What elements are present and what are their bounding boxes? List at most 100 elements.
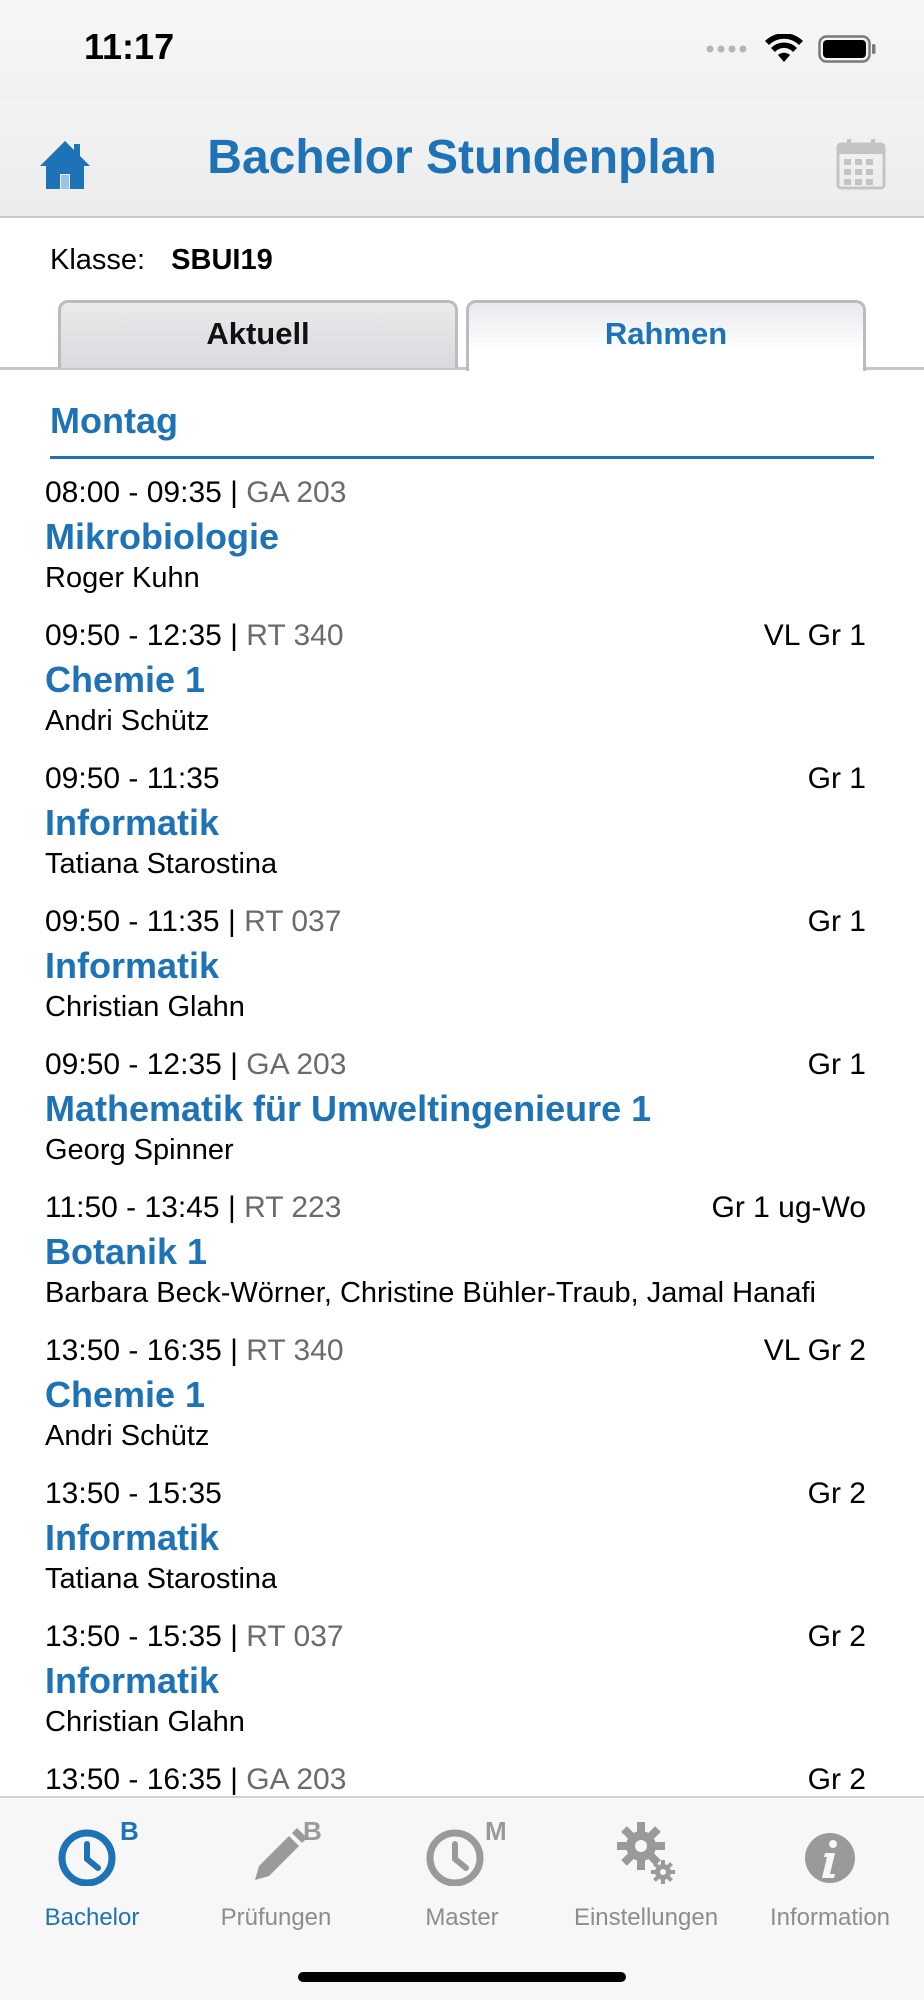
entry-group: VL Gr 1 [763, 619, 866, 652]
entry-time-room: 11:50 - 13:45 | RT 223 [45, 1191, 341, 1225]
entry-time-room: 13:50 - 16:35 | GA 203 [45, 1763, 346, 1797]
battery-icon [818, 35, 876, 63]
entry-group: Gr 1 [807, 1048, 866, 1081]
class-value: SBUI19 [171, 244, 273, 276]
tabbar-badge: B [303, 1816, 322, 1846]
entry-group: Gr 2 [807, 1620, 866, 1653]
entry-subject: Informatik [45, 945, 220, 986]
calendar-icon[interactable] [836, 138, 886, 190]
tabbar-item-master[interactable]: M Master [372, 1812, 552, 1931]
entry-time-room: 09:50 - 11:35 | RT 037 [45, 905, 341, 939]
entry-teacher: Andri Schütz [45, 705, 210, 737]
tabbar-item-bachelor[interactable]: B Bachelor [2, 1812, 182, 1931]
entry-subject: Chemie 1 [45, 659, 206, 700]
entry-group: Gr 2 [807, 1477, 866, 1510]
class-label: Klasse: [50, 244, 146, 276]
info-icon [805, 1833, 855, 1883]
entry-time: 09:50 - 11:35 [45, 762, 220, 795]
entry-teacher: Christian Glahn [45, 991, 245, 1023]
entry-time: 13:50 - 15:35 [45, 1620, 222, 1653]
entry-separator: | [230, 619, 238, 652]
entry-separator: | [230, 1048, 238, 1081]
tabbar-item-information[interactable]: Information [740, 1812, 920, 1931]
entry-group: Gr 1 ug-Wo [711, 1191, 867, 1224]
entry-teacher: Barbara Beck-Wörner, Christine Bühler-Tr… [45, 1277, 816, 1309]
entry-time: 13:50 - 15:35 [45, 1477, 222, 1510]
entry-time-room: 09:50 - 12:35 | RT 340 [45, 619, 344, 653]
entry-separator: | [227, 1191, 236, 1224]
entry-subject: Chemie 1 [45, 1374, 206, 1415]
schedule-entry[interactable]: 13:50 - 15:35 | RT 037 Gr 2 Informatik C… [0, 1616, 924, 1759]
entry-time: 09:50 - 12:35 [45, 1048, 222, 1081]
tabbar-label: Master [425, 1904, 499, 1931]
entry-subject: Botanik 1 [45, 1231, 208, 1272]
entry-time: 08:00 - 09:35 [45, 476, 222, 509]
schedule-entry[interactable]: 13:50 - 16:35 | RT 340 VL Gr 2 Chemie 1 … [0, 1330, 924, 1473]
entry-separator: | [230, 1620, 238, 1653]
entry-separator: | [227, 905, 236, 938]
entry-time: 11:50 - 13:45 [45, 1191, 220, 1224]
entry-teacher: Christian Glahn [45, 1706, 245, 1738]
schedule-entry[interactable]: 09:50 - 12:35 | GA 203 Gr 1 Mathematik f… [0, 1044, 924, 1187]
day-divider [50, 456, 874, 459]
tabbar-item-einstellungen[interactable]: Einstellungen [556, 1812, 736, 1931]
schedule-entry[interactable]: 11:50 - 13:45 | RT 223 Gr 1 ug-Wo Botani… [0, 1187, 924, 1330]
schedule-entry[interactable]: 13:50 - 15:35 Gr 2 Informatik Tatiana St… [0, 1473, 924, 1616]
signal-icon [706, 45, 747, 53]
tabbar-badge: M [485, 1816, 507, 1846]
tabbar-label: Information [769, 1904, 891, 1931]
page-title: Bachelor Stundenplan [207, 131, 717, 184]
entry-teacher: Tatiana Starostina [45, 848, 278, 880]
tabbar-item-pruefungen[interactable]: B Prüfungen [186, 1812, 366, 1931]
tabbar-label: Einstellungen [573, 1904, 719, 1931]
entry-time: 13:50 - 16:35 [45, 1334, 222, 1367]
entry-subject: Informatik [45, 1517, 220, 1558]
entry-teacher: Georg Spinner [45, 1134, 234, 1166]
schedule-entry[interactable]: 09:50 - 11:35 | RT 037 Gr 1 Informatik C… [0, 901, 924, 1044]
status-time: 11:17 [84, 26, 175, 67]
home-indicator [298, 1972, 626, 1982]
entry-time-room: 09:50 - 11:35 [45, 762, 220, 796]
navigation-bar: Bachelor Stundenplan [0, 100, 924, 218]
entry-separator: | [230, 1334, 238, 1367]
schedule-entry[interactable]: 09:50 - 12:35 | RT 340 VL Gr 1 Chemie 1 … [0, 615, 924, 758]
entry-teacher: Tatiana Starostina [45, 1563, 278, 1595]
schedule-entry[interactable]: 09:50 - 11:35 Gr 1 Informatik Tatiana St… [0, 758, 924, 901]
schedule-entry[interactable]: 08:00 - 09:35 | GA 203 Mikrobiologie Rog… [0, 472, 924, 615]
schedule-list: 08:00 - 09:35 | GA 203 Mikrobiologie Rog… [0, 472, 924, 1902]
entry-room: GA 203 [246, 1763, 347, 1796]
clock-m-icon: M [426, 1816, 507, 1886]
status-icons [706, 34, 876, 64]
entry-room: RT 037 [246, 1620, 344, 1653]
class-row: Klasse: SBUI19 [50, 244, 273, 277]
entry-separator: | [230, 1763, 238, 1796]
entry-room: GA 203 [246, 1048, 347, 1081]
entry-group: Gr 1 [807, 905, 866, 938]
entry-subject: Informatik [45, 802, 220, 843]
day-heading: Montag [50, 400, 178, 441]
schedule-tabs: Aktuell Rahmen [0, 298, 924, 371]
entry-time-room: 13:50 - 15:35 | RT 037 [45, 1620, 344, 1654]
entry-time: 09:50 - 12:35 [45, 619, 222, 652]
entry-room: RT 340 [246, 1334, 344, 1367]
tab-aktuell[interactable]: Aktuell [58, 300, 458, 368]
entry-time-room: 08:00 - 09:35 | GA 203 [45, 476, 346, 510]
entry-teacher: Andri Schütz [45, 1420, 210, 1452]
wifi-icon [765, 34, 803, 62]
entry-time-room: 13:50 - 16:35 | RT 340 [45, 1334, 344, 1368]
entry-group: Gr 2 [807, 1763, 866, 1796]
tabbar-badge: B [120, 1816, 139, 1846]
entry-time: 13:50 - 16:35 [45, 1763, 222, 1796]
tab-bar: B Bachelor B Prüfungen M Master Einstell… [0, 1796, 924, 2000]
entry-room: RT 340 [246, 619, 344, 652]
entry-subject: Informatik [45, 1660, 220, 1701]
clock-b-icon: B [58, 1816, 139, 1886]
entry-time: 09:50 - 11:35 [45, 905, 220, 938]
entry-separator: | [230, 476, 238, 509]
tab-rahmen[interactable]: Rahmen [466, 300, 866, 371]
entry-room: RT 037 [244, 905, 342, 938]
entry-room: GA 203 [246, 476, 347, 509]
entry-teacher: Roger Kuhn [45, 562, 200, 594]
pencil-b-icon: B [255, 1816, 322, 1880]
entry-group: VL Gr 2 [763, 1334, 866, 1367]
